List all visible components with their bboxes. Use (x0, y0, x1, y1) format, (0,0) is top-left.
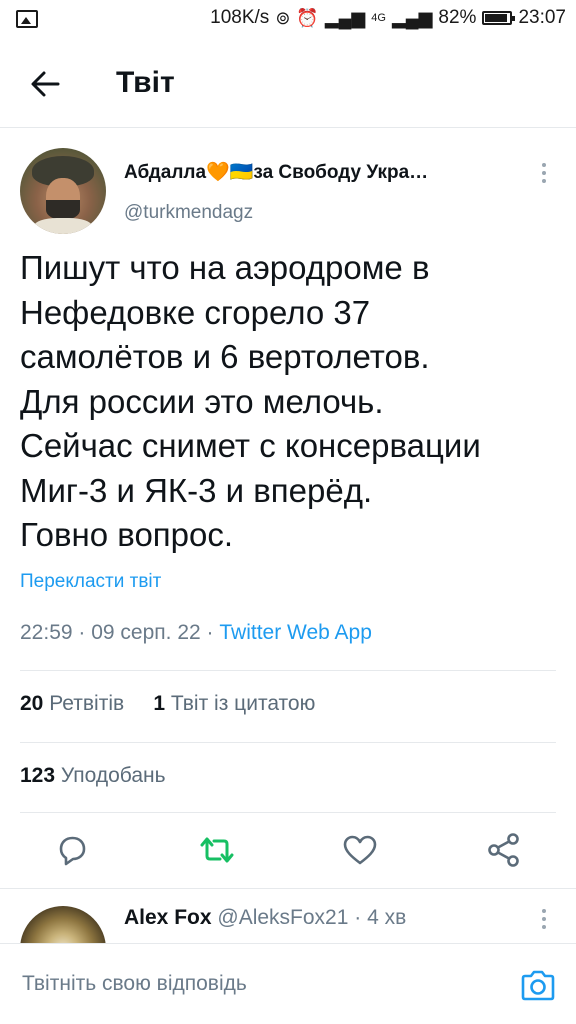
reply-author-name: Alex Fox (124, 906, 212, 929)
divider (20, 670, 556, 671)
meta-separator: · (354, 906, 368, 929)
app-header: Твіт (0, 40, 576, 128)
back-arrow-icon[interactable] (26, 64, 66, 104)
author-handle[interactable]: @turkmendagz (124, 202, 253, 224)
clock: 23:07 (518, 7, 566, 28)
retweets-stat[interactable]: 20 Ретвітів (20, 692, 124, 715)
signal-icon-2: ▂▄▆ (391, 7, 433, 28)
reply-icon[interactable] (52, 830, 92, 870)
battery-percent: 82% (438, 7, 477, 28)
quotes-stat[interactable]: 1 Твіт із цитатою (153, 692, 315, 715)
image-notification-icon (16, 10, 38, 28)
hotspot-icon: ⊚ (275, 7, 291, 28)
tweet-source-link[interactable]: Twitter Web App (219, 621, 372, 644)
author-name[interactable]: Абдалла🧡🇺🇦за Свободу Укра… (124, 160, 428, 184)
quotes-label: Твіт із цитатою (170, 692, 316, 715)
page-title: Твіт (116, 66, 175, 99)
quotes-count: 1 (153, 692, 166, 715)
meta-separator: · (206, 621, 220, 644)
tweet-text: Пишут что на аэродроме в Нефедовке сгоре… (20, 249, 481, 553)
network-type: 4G (371, 12, 386, 24)
tweet-time: 22:59 (20, 621, 73, 644)
reply-input[interactable]: Твітніть свою відповідь (22, 972, 247, 996)
camera-icon[interactable] (518, 966, 558, 1006)
signal-icon: ▂▄▆ (324, 7, 366, 28)
likes-count: 123 (20, 764, 56, 787)
retweets-label: Ретвітів (49, 692, 125, 715)
more-vertical-icon[interactable] (532, 906, 556, 932)
divider (20, 742, 556, 743)
reply-author[interactable]: Alex Fox @AleksFox21 · 4 хв (124, 906, 406, 930)
status-bar-indicators: 108K/s ⊚ ⏰ ▂▄▆ 4G ▂▄▆ 82% 23:07 (210, 7, 566, 29)
divider (20, 812, 556, 813)
battery-icon (482, 11, 516, 25)
share-icon[interactable] (484, 830, 524, 870)
reply-time: 4 хв (367, 906, 407, 929)
tweet-date: 09 серп. 22 (91, 621, 201, 644)
retweet-stats: 20 Ретвітів 1 Твіт із цитатою (20, 692, 315, 716)
likes-stat[interactable]: 123 Уподобань (20, 764, 166, 788)
retweets-count: 20 (20, 692, 44, 715)
divider (0, 888, 576, 889)
reply-author-handle: @AleksFox21 (217, 906, 349, 929)
status-bar: 108K/s ⊚ ⏰ ▂▄▆ 4G ▂▄▆ 82% 23:07 (0, 0, 576, 40)
translate-tweet-link[interactable]: Перекласти твіт (20, 571, 161, 593)
retweet-icon[interactable] (197, 830, 237, 870)
meta-separator: · (78, 621, 92, 644)
network-speed: 108K/s (210, 7, 270, 28)
likes-label: Уподобань (60, 764, 166, 787)
more-vertical-icon[interactable] (532, 160, 556, 186)
like-icon[interactable] (340, 830, 380, 870)
alarm-icon: ⏰ (296, 7, 319, 28)
reply-compose-bar: Твітніть свою відповідь (0, 943, 576, 1024)
author-avatar[interactable] (20, 148, 106, 234)
tweet-meta: 22:59 · 09 серп. 22 · Twitter Web App (20, 621, 372, 645)
